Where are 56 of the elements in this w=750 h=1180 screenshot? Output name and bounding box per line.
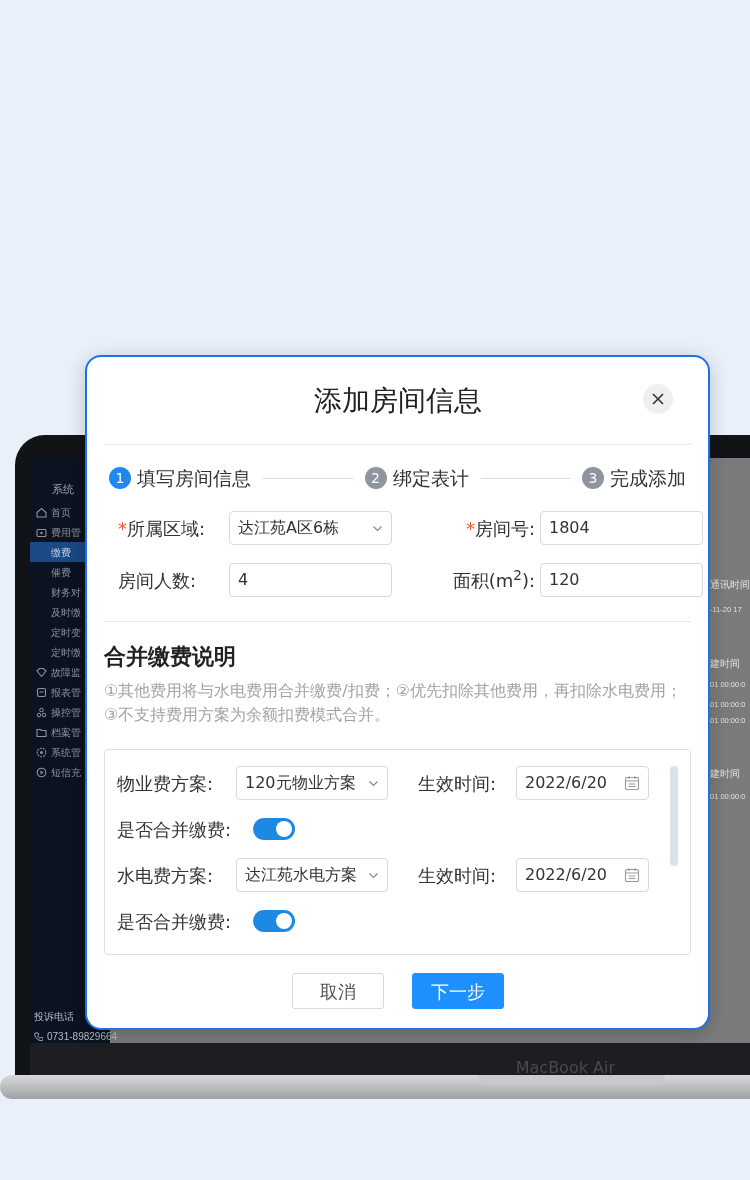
diamond-icon xyxy=(36,666,47,678)
home-icon xyxy=(36,506,47,518)
field-label: 生效时间: xyxy=(418,771,498,796)
sidebar-item[interactable]: 系统管 xyxy=(51,744,81,760)
date-field[interactable]: 2022/6/20 xyxy=(516,858,649,892)
complaint-label: 投诉电话 xyxy=(34,1011,75,1022)
field-label: *房间号: xyxy=(464,516,536,541)
step-label[interactable]: 填写房间信息 xyxy=(137,463,251,493)
sidebar-item[interactable]: 短信充 xyxy=(51,764,81,780)
field-label: 面积(m$^{2}$): xyxy=(451,566,536,593)
cancel-button[interactable]: 取消 xyxy=(291,973,384,1009)
step-label[interactable]: 绑定表计 xyxy=(392,463,469,493)
sidebar-item[interactable]: 操控管 xyxy=(51,704,81,720)
table-cell-text: 建时间 xyxy=(710,767,741,781)
field-label: 是否合并缴费: xyxy=(117,909,233,934)
play-circle-icon xyxy=(36,766,47,778)
sidebar-item[interactable]: 费用管 xyxy=(51,524,81,540)
note-text: ①其他费用将与水电费用合并缴费/扣费；②优先扣除其他费用，再扣除水电费用；③不支持费用方案为余额扣费模式合并。 xyxy=(104,680,684,726)
sidebar-item[interactable]: 首页 xyxy=(51,504,71,520)
close-icon xyxy=(651,392,665,406)
sidebar-item[interactable]: 故障监 xyxy=(51,664,81,680)
select-field[interactable]: 120元物业方案 xyxy=(236,766,388,800)
toggle-switch[interactable] xyxy=(253,818,295,840)
field-label: 生效时间: xyxy=(418,863,498,888)
step-number[interactable]: 1 xyxy=(109,467,131,489)
field-label: 物业费方案: xyxy=(117,771,215,796)
field-label: 水电费方案: xyxy=(117,863,215,888)
section-title: 合并缴费说明 xyxy=(104,643,237,671)
wallet-icon xyxy=(36,526,47,538)
field-label: 房间人数: xyxy=(118,568,198,593)
select-field[interactable]: 达江苑水电方案 xyxy=(236,858,388,892)
select-field[interactable]: 达江苑A区6栋 xyxy=(229,511,392,545)
folder-icon xyxy=(36,726,47,738)
input-field[interactable]: 1804 xyxy=(540,511,703,545)
gear-icon xyxy=(36,746,47,758)
next-button[interactable]: 下一步 xyxy=(411,973,504,1009)
table-cell-text: 建时间 xyxy=(710,657,741,671)
field-label: *所属区域: xyxy=(118,516,207,541)
scrollbar-thumb[interactable] xyxy=(670,766,678,866)
phone-icon xyxy=(34,1032,43,1041)
input-field[interactable]: 4 xyxy=(229,563,392,597)
sidebar-item[interactable]: 报表管 xyxy=(51,684,81,700)
step-label[interactable]: 完成添加 xyxy=(610,463,686,493)
toggle-switch[interactable] xyxy=(253,910,295,932)
close-button[interactable] xyxy=(643,384,673,414)
people-icon xyxy=(36,706,47,718)
calendar-icon xyxy=(624,867,640,883)
input-field[interactable]: 120 xyxy=(540,563,703,597)
report-icon xyxy=(36,686,47,698)
calendar-icon xyxy=(624,775,640,791)
sidebar-title: 系统 xyxy=(51,482,75,498)
field-label: 是否合并缴费: xyxy=(117,817,233,842)
sidebar-item[interactable]: 档案管 xyxy=(51,724,81,740)
date-field[interactable]: 2022/6/20 xyxy=(516,766,649,800)
table-cell: 通讯时间 xyxy=(710,578,750,592)
dialog-title: 添加房间信息 xyxy=(313,382,482,419)
